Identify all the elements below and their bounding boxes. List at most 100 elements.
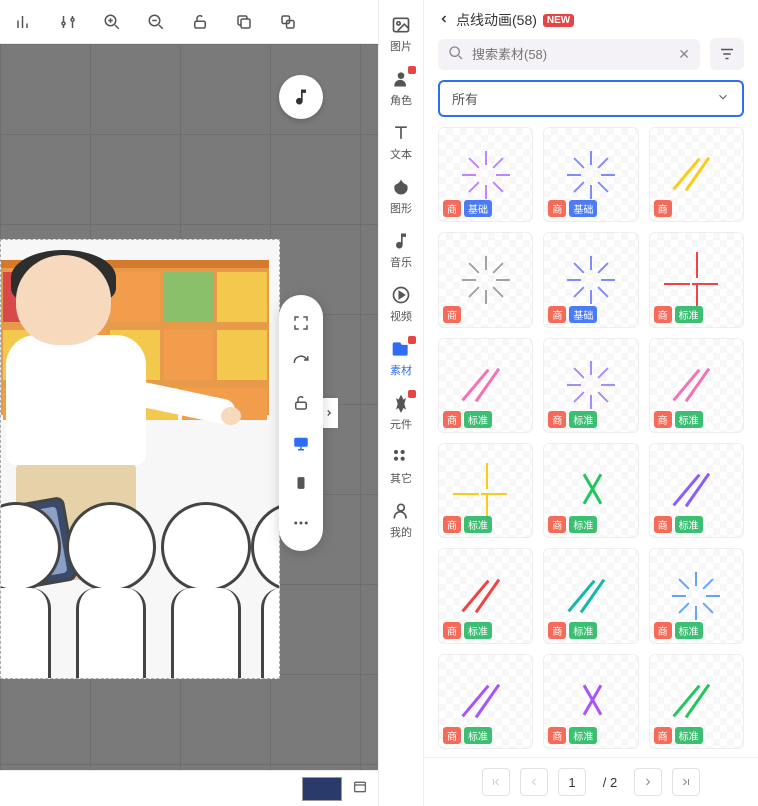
back-button[interactable] [438,12,450,28]
badge-biaozhun: 标准 [464,727,492,744]
paste-icon[interactable] [278,12,298,32]
badge-jichu: 基础 [569,200,597,217]
stage[interactable] [0,239,280,679]
rotate-icon[interactable] [291,353,311,373]
asset-tile[interactable]: 商标准 [649,548,744,643]
page-prev[interactable] [520,768,548,796]
page-last[interactable] [672,768,700,796]
asset-tile[interactable]: 商标准 [543,654,638,749]
nav-role[interactable]: 角色 [390,68,412,108]
asset-tile[interactable]: 商 [649,127,744,222]
nav-component[interactable]: 元件 [390,392,412,432]
asset-gallery[interactable]: 商基础商基础商商商基础商标准商标准商标准商标准商标准商标准商标准商标准商标准商标… [424,127,758,757]
music-icon [390,230,412,252]
asset-tile[interactable]: 商 [438,232,533,327]
badge-jichu: 基础 [464,200,492,217]
filter-button[interactable] [710,38,744,70]
more-icon[interactable] [291,513,311,533]
bar-chart-icon[interactable] [14,12,34,32]
badge-shang: 商 [548,516,566,533]
nav-music[interactable]: 音乐 [390,230,412,270]
asset-tile[interactable]: 商基础 [438,127,533,222]
pager: 1 / 2 [424,757,758,806]
badge-biaozhun: 标准 [464,622,492,639]
page-first[interactable] [482,768,510,796]
zoom-out-icon[interactable] [146,12,166,32]
nav-video[interactable]: 视频 [390,284,412,324]
page-total: / 2 [596,768,624,796]
nav-shape[interactable]: 图形 [390,176,412,216]
nav-material[interactable]: 素材 [390,338,412,378]
music-button[interactable] [279,75,323,119]
badge-biaozhun: 标准 [569,411,597,428]
desktop-icon[interactable] [291,433,311,453]
unlock-icon[interactable] [190,12,210,32]
badge-biaozhun: 标准 [675,727,703,744]
asset-tile[interactable]: 商标准 [543,443,638,538]
nav-mine[interactable]: 我的 [390,500,412,540]
asset-tile[interactable]: 商标准 [438,443,533,538]
other-icon [390,446,412,468]
badge-biaozhun: 标准 [675,516,703,533]
search-input[interactable] [472,47,670,62]
asset-tile[interactable]: 商标准 [438,338,533,433]
asset-tile[interactable]: 商标准 [649,443,744,538]
timeline-strip [0,770,378,806]
badge-shang: 商 [443,200,461,217]
badge-shang: 商 [443,516,461,533]
badge-shang: 商 [654,727,672,744]
asset-tile[interactable]: 商标准 [649,338,744,433]
category-dropdown[interactable]: 所有 [438,80,744,117]
badge-shang: 商 [443,727,461,744]
asset-panel: 点线动画(58) NEW ✕ 所有 商基础商基础商商商基础商标准商标准商标准商标… [424,0,758,806]
badge-biaozhun: 标准 [464,411,492,428]
nav-label: 我的 [390,524,412,540]
panel-title: 点线动画(58) [456,10,537,30]
scene-thumbnail[interactable] [302,777,342,801]
asset-tile[interactable]: 商标准 [438,654,533,749]
asset-tile[interactable]: 商标准 [438,548,533,643]
badge-biaozhun: 标准 [569,727,597,744]
asset-tile[interactable]: 商标准 [649,654,744,749]
nav-label: 文本 [390,146,412,162]
top-toolbar [0,0,378,44]
page-next[interactable] [634,768,662,796]
nav-label: 音乐 [390,254,412,270]
nav-label: 视频 [390,308,412,324]
chevron-down-icon [716,90,730,107]
nav-rail: 图片角色文本图形音乐视频素材元件其它我的 [378,0,424,806]
badge-shang: 商 [443,306,461,323]
search-icon [448,45,464,64]
badge-shang: 商 [654,411,672,428]
page-current: 1 [558,768,586,796]
sliders-icon[interactable] [58,12,78,32]
badge-shang: 商 [548,200,566,217]
asset-tile[interactable]: 商标准 [543,548,638,643]
dropdown-value: 所有 [452,89,478,108]
badge-shang: 商 [443,622,461,639]
window-icon[interactable] [352,779,368,798]
mobile-icon[interactable] [291,473,311,493]
panel-header: 点线动画(58) NEW [424,0,758,38]
nav-image[interactable]: 图片 [390,14,412,54]
mine-icon [390,500,412,522]
asset-tile[interactable]: 商标准 [649,232,744,327]
badge-shang: 商 [654,200,672,217]
scene-crowd [1,408,279,678]
nav-label: 图片 [390,38,412,54]
asset-tile[interactable]: 商基础 [543,127,638,222]
search-box[interactable]: ✕ [438,39,700,70]
badge-shang: 商 [654,516,672,533]
asset-tile[interactable]: 商基础 [543,232,638,327]
nav-other[interactable]: 其它 [390,446,412,486]
copy-icon[interactable] [234,12,254,32]
asset-tile[interactable]: 商标准 [543,338,638,433]
nav-text[interactable]: 文本 [390,122,412,162]
fullscreen-icon[interactable] [291,313,311,333]
clear-icon[interactable]: ✕ [678,46,690,63]
badge-biaozhun: 标准 [675,622,703,639]
nav-label: 图形 [390,200,412,216]
unlock-icon[interactable] [291,393,311,413]
zoom-in-icon[interactable] [102,12,122,32]
canvas-area [0,0,378,806]
